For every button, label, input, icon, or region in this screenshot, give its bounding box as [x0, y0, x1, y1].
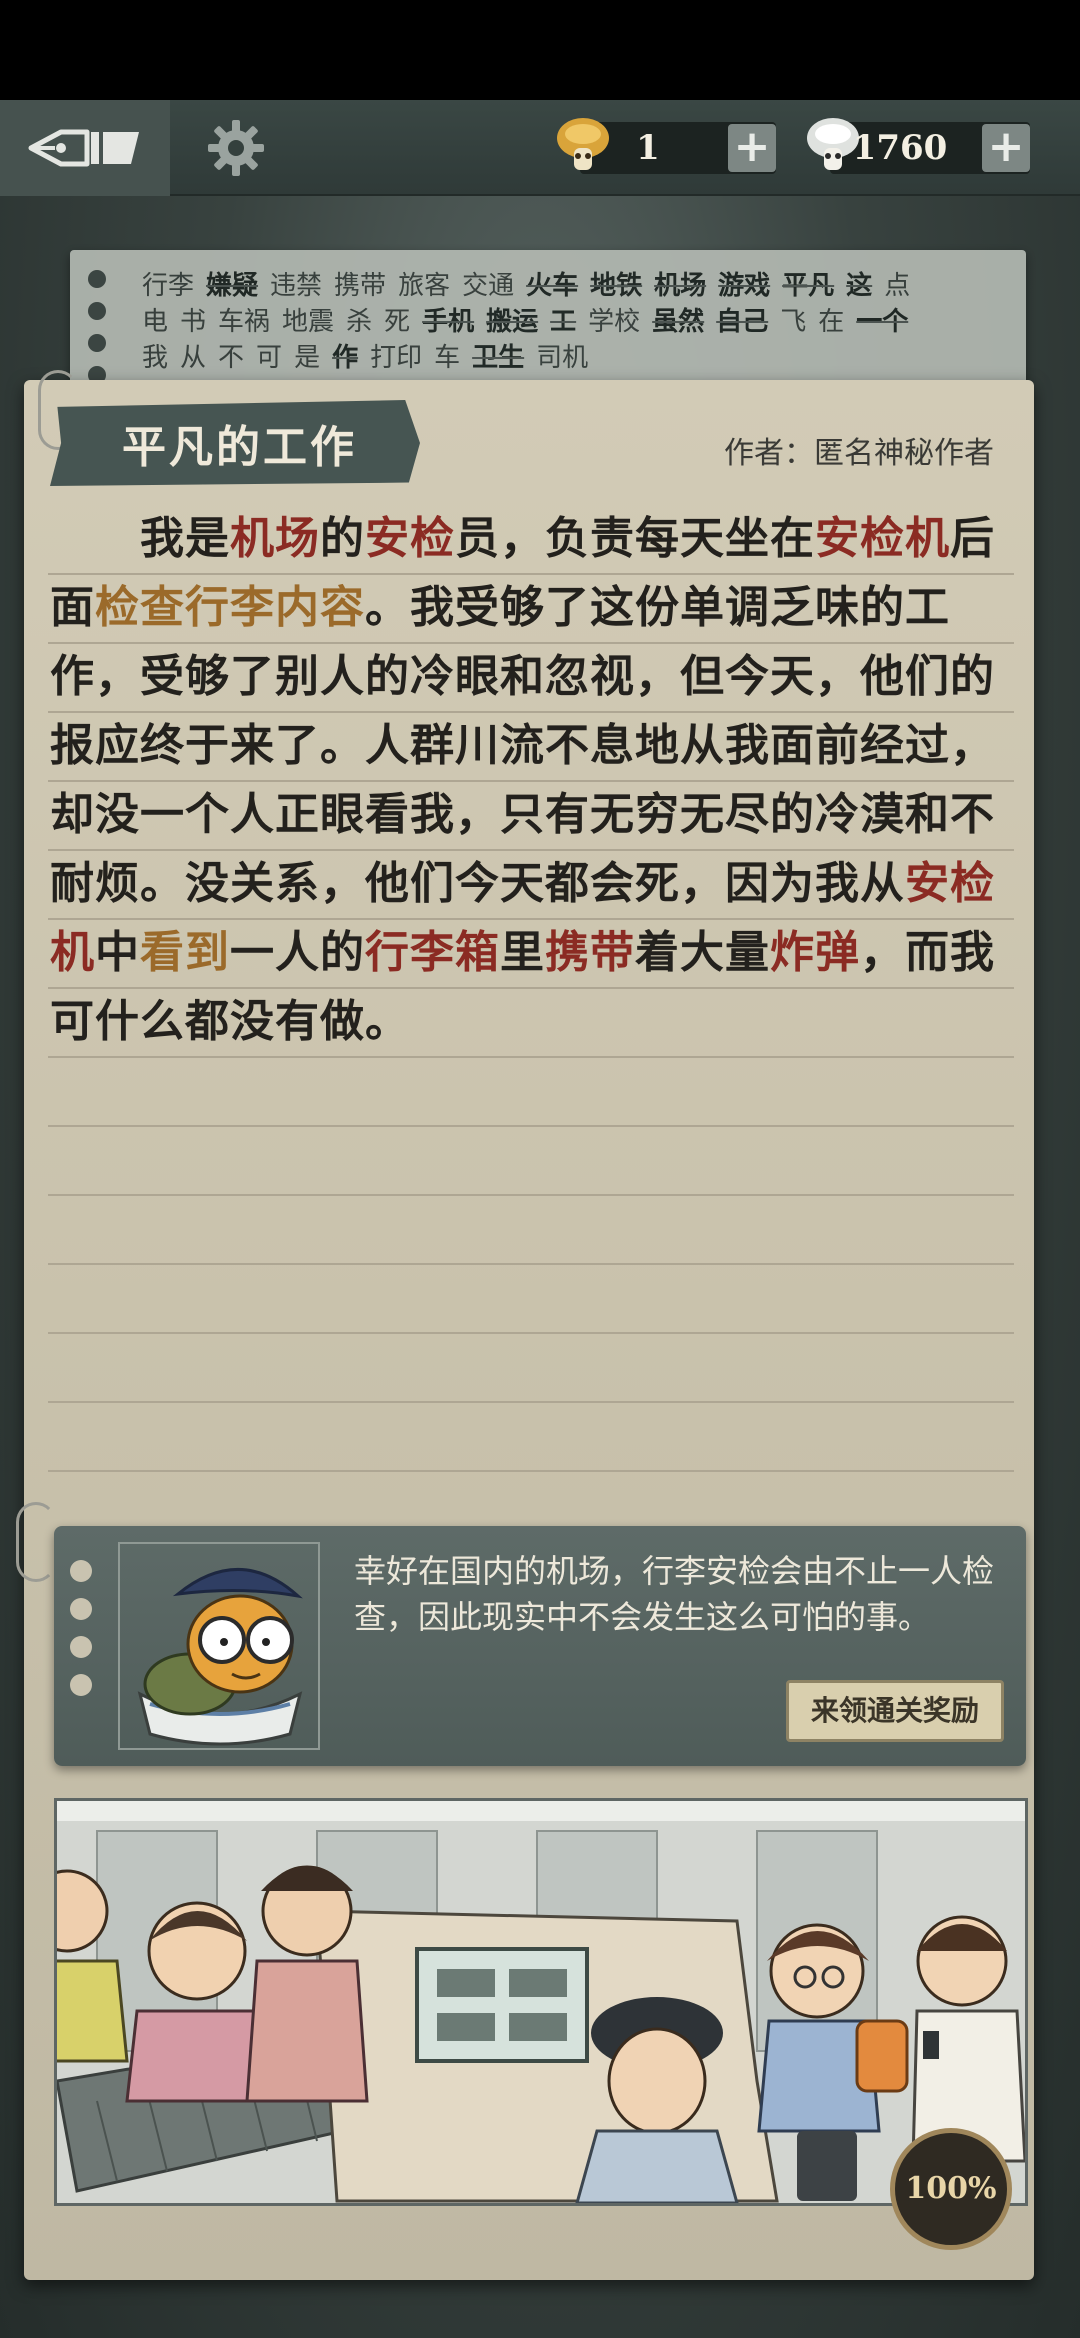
keyword-word: 飞	[780, 307, 807, 337]
story-segment: 员，负责每天坐在	[455, 513, 815, 564]
keyword-word: 地震	[282, 307, 335, 337]
keyword-word: 嫌疑	[206, 271, 259, 301]
claim-reward-button[interactable]: 来领通关奖励	[786, 1680, 1004, 1742]
keyword-word: 卫生	[472, 343, 525, 373]
story-segment: 里	[500, 927, 545, 978]
add-gems-button[interactable]: +	[982, 124, 1030, 172]
keyword-word: 点	[884, 271, 911, 301]
keyword-word: 在	[818, 307, 845, 337]
keyword-word: 杀	[346, 307, 373, 337]
highlighted-keyword[interactable]: 行李箱	[365, 927, 500, 978]
keyword-word: 搬运	[486, 307, 539, 337]
keyword-word: 打印	[370, 343, 423, 373]
story-title-tag: 平凡的工作	[50, 400, 420, 486]
add-coins-button[interactable]: +	[728, 124, 776, 172]
keyword-line: 电书车祸 地震杀死手机 搬运工学校 虽然 自己飞在一个	[142, 304, 986, 340]
keyword-word: 游戏	[718, 271, 771, 301]
mascot-frame	[118, 1542, 320, 1750]
keyword-word: 书	[180, 307, 207, 337]
story-text: 我是机场的安检员，负责每天坐在安检机后面检查行李内容。我受够了这份单调乏味的工作…	[50, 504, 1000, 1056]
keyword-word: 从	[180, 343, 207, 373]
keyword-word: 地铁	[590, 271, 643, 301]
story-segment: 中	[95, 927, 140, 978]
keyword-word: 工	[550, 307, 577, 337]
story-segment: 一人的	[230, 927, 365, 978]
keyword-word: 车	[434, 343, 461, 373]
highlighted-keyword[interactable]: 机场	[230, 513, 320, 564]
highlighted-keyword[interactable]: 携带	[545, 927, 635, 978]
keyword-word: 交通	[462, 271, 515, 301]
keyword-word: 是	[294, 343, 321, 373]
keyword-word: 违禁	[270, 271, 323, 301]
gem-value: 1760	[852, 128, 948, 168]
tip-text: 幸好在国内的机场，行李安检会由不止一人检查，因此现实中不会发生这么可怕的事。	[354, 1552, 995, 1636]
completion-badge: 100%	[890, 2128, 1012, 2250]
highlighted-keyword[interactable]: 安检	[365, 513, 455, 564]
notes-button[interactable]	[0, 100, 170, 196]
keyword-line: 行李 嫌疑 违禁 携带 旅客 交通 火车 地铁 机场 游戏 平凡这点	[142, 268, 986, 304]
keyword-word: 一个	[856, 307, 909, 337]
keyword-word: 这	[846, 271, 873, 301]
turtle-mascot-icon	[137, 1568, 303, 1746]
keyword-word: 手机	[422, 307, 475, 337]
keyword-word: 不	[218, 343, 245, 373]
coin-value: 1	[636, 128, 660, 168]
story-author: 作者：匿名神秘作者	[724, 436, 994, 471]
keyword-word: 火车	[526, 271, 579, 301]
paper-ring	[16, 1502, 56, 1582]
keyword-word: 学校	[588, 307, 641, 337]
gem-counter: 1760 +	[807, 118, 1030, 174]
story-segment: 的	[320, 513, 365, 564]
security-scene-image	[57, 1801, 1025, 2203]
keyword-word: 我	[142, 343, 169, 373]
keyword-word: 携带	[334, 271, 387, 301]
binder-holes	[88, 270, 106, 398]
highlighted-keyword[interactable]: 安检机	[815, 513, 950, 564]
top-bar: 1 + 1760 +	[0, 100, 1080, 196]
keyword-word: 可	[256, 343, 283, 373]
keyword-line: 我从不可是作打印车卫生 司机	[142, 340, 986, 376]
keyword-word: 电	[142, 307, 169, 337]
keyword-word: 平凡	[782, 271, 835, 301]
keyword-word: 自己	[716, 307, 769, 337]
tip-card: 幸好在国内的机场，行李安检会由不止一人检查，因此现实中不会发生这么可怕的事。 来…	[54, 1526, 1026, 1766]
fountain-pen-icon	[28, 129, 139, 167]
binder-holes	[70, 1560, 92, 1712]
highlighted-keyword[interactable]: 看到	[140, 927, 230, 978]
keyword-word: 作	[332, 343, 359, 373]
coin-counter: 1 +	[557, 118, 776, 174]
keyword-word: 旅客	[398, 271, 451, 301]
keyword-word: 死	[384, 307, 411, 337]
status-bar	[0, 0, 1080, 100]
keyword-word: 行李	[142, 271, 195, 301]
settings-button[interactable]	[200, 112, 272, 184]
keyword-word: 虽然	[652, 307, 705, 337]
story-segment: 我是	[140, 513, 230, 564]
keyword-word: 司机	[536, 343, 589, 373]
story-segment: 着大量	[635, 927, 770, 978]
airport-security-illustration	[54, 1798, 1028, 2206]
highlighted-keyword[interactable]: 炸弹	[770, 927, 860, 978]
keyword-word: 机场	[654, 271, 707, 301]
highlighted-keyword[interactable]: 检查行李内容	[95, 582, 365, 633]
gear-icon	[208, 120, 264, 176]
story-title: 平凡的工作	[122, 422, 357, 473]
keyword-word: 车祸	[218, 307, 271, 337]
